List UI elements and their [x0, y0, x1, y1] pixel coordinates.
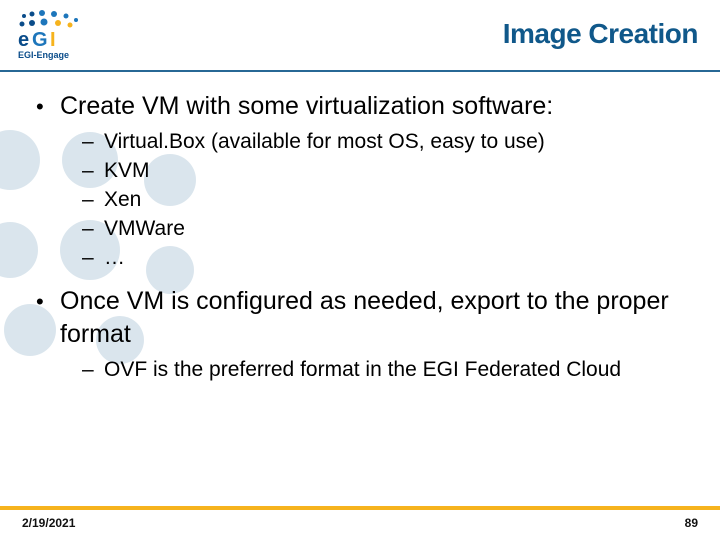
bullet-text: Virtual.Box (available for most OS, easy… — [104, 128, 545, 157]
bullet-dot-icon: • — [36, 90, 50, 124]
logo: e G I EGI-Engage — [12, 8, 102, 60]
bullet-dash-icon: – — [82, 356, 98, 385]
sublist: –Virtual.Box (available for most OS, eas… — [82, 128, 684, 273]
bullet-text: Once VM is configured as needed, export … — [60, 285, 684, 353]
footer-accent-bar — [0, 506, 720, 510]
slide: e G I EGI-Engage Image Creation • Create… — [0, 0, 720, 540]
bullet-dash-icon: – — [82, 244, 98, 273]
bullet-dash-icon: – — [82, 128, 98, 157]
svg-text:e: e — [18, 29, 29, 51]
footer-date: 2/19/2021 — [22, 516, 75, 530]
bullet-dash-icon: – — [82, 215, 98, 244]
svg-text:I: I — [50, 29, 56, 51]
content: • Create VM with some virtualization sof… — [0, 90, 720, 385]
bullet-level1: • Once VM is configured as needed, expor… — [36, 285, 684, 353]
bullet-text: OVF is the preferred format in the EGI F… — [104, 356, 621, 385]
bullet-text: KVM — [104, 157, 150, 186]
page-number: 89 — [685, 516, 698, 530]
egi-engage-logo-icon: e G I EGI-Engage — [12, 8, 102, 60]
sublist: –OVF is the preferred format in the EGI … — [82, 356, 684, 385]
bullet-dash-icon: – — [82, 157, 98, 186]
bullet-dot-icon: • — [36, 285, 50, 353]
slide-title: Image Creation — [503, 18, 698, 50]
bullet-level1: • Create VM with some virtualization sof… — [36, 90, 684, 124]
bullet-text: … — [104, 244, 125, 273]
svg-text:G: G — [32, 29, 48, 51]
bullet-text: VMWare — [104, 215, 185, 244]
header: e G I EGI-Engage Image Creation — [0, 0, 720, 60]
logo-subtext: EGI-Engage — [18, 50, 69, 60]
header-rule — [0, 70, 720, 72]
bullet-text: Create VM with some virtualization softw… — [60, 90, 553, 124]
bullet-text: Xen — [104, 186, 141, 215]
footer: 2/19/2021 89 — [0, 516, 720, 530]
bullet-dash-icon: – — [82, 186, 98, 215]
